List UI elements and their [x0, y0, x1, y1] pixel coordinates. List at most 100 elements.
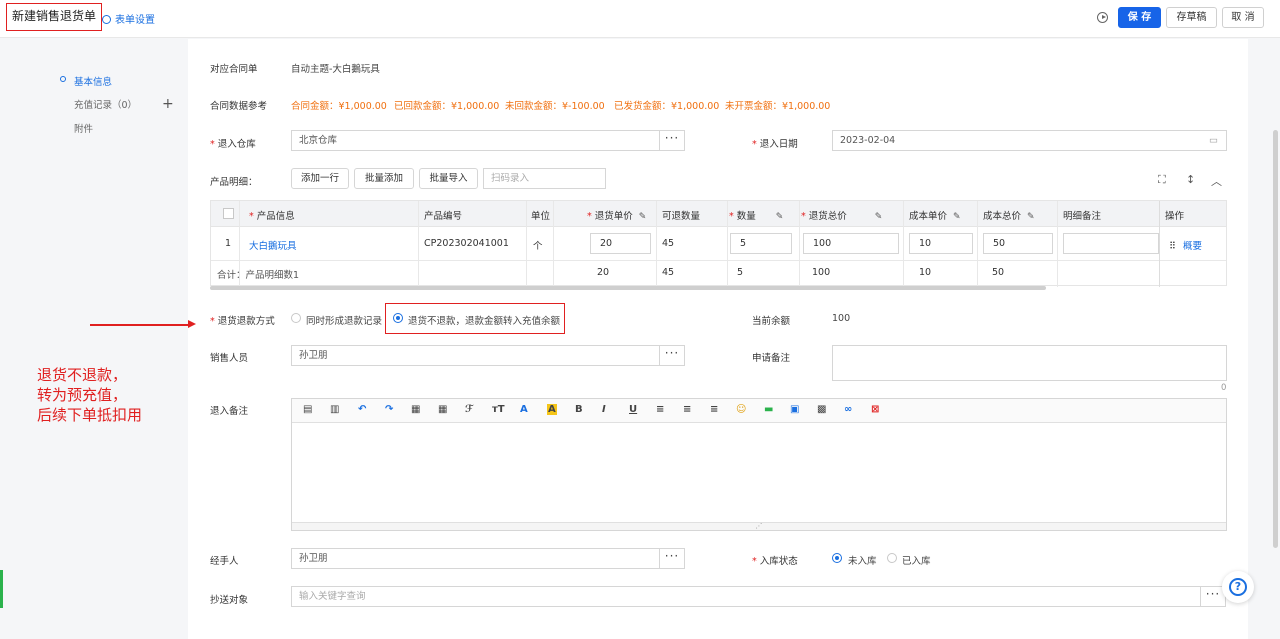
- return-note-label: 退入备注: [210, 406, 249, 417]
- refund-option-1-radio[interactable]: [291, 313, 301, 323]
- handler-label: 经手人: [210, 556, 239, 567]
- clear-format-icon[interactable]: ⊠: [871, 404, 879, 415]
- page-scrollbar[interactable]: [1273, 130, 1278, 548]
- paste-text-icon[interactable]: ▦: [438, 404, 447, 415]
- salesperson-label: 销售人员: [210, 353, 249, 364]
- edit-icon: ✎: [1027, 212, 1035, 222]
- section-nav: [0, 39, 188, 639]
- refund-option-2-radio[interactable]: [393, 313, 403, 323]
- font-color-icon[interactable]: A: [520, 404, 528, 415]
- apply-note-textarea[interactable]: [832, 345, 1227, 381]
- batch-import-button[interactable]: 批量导入: [419, 168, 478, 189]
- italic-icon[interactable]: I: [602, 404, 606, 415]
- returnable-qty: 45: [662, 238, 675, 249]
- align-right-icon[interactable]: ≡: [710, 404, 718, 415]
- gear-icon: [102, 15, 111, 24]
- template-icon[interactable]: ▥: [330, 404, 339, 415]
- detail-note-input[interactable]: [1063, 233, 1159, 254]
- date-label: * 退入日期: [752, 139, 798, 150]
- save-button[interactable]: 保 存: [1118, 7, 1161, 28]
- salesperson-input[interactable]: 孙卫朋: [291, 345, 660, 366]
- paste-icon[interactable]: ▦: [411, 404, 420, 415]
- handler-input[interactable]: 孙卫朋: [291, 548, 660, 569]
- batch-add-button[interactable]: 批量添加: [354, 168, 414, 189]
- product-table: * 产品信息 产品编号 单位 * 退货单价 ✎ 可退数量 * 数量 ✎ * 退货总价 ✎ 成本…: [210, 200, 1227, 287]
- nav-item-recharge-records[interactable]: 充值记录（0）: [74, 97, 137, 111]
- refund-option-2-label: 退货不退款，退款金额转入充值余额: [408, 316, 561, 327]
- row-index: 1: [225, 238, 232, 249]
- th-return-total: * 退货总价 ✎: [801, 211, 883, 222]
- editor-toolbar: ▤ ▥ ↶ ↷ ▦ ▦ ℱ тT A A B I U ≡ ≡ ≡ ☺ ▬ ▣ ▩…: [292, 399, 1226, 423]
- contract-amount: 合同金额：¥1,000.00: [291, 101, 387, 112]
- source-icon[interactable]: ▤: [303, 404, 312, 415]
- qty-input[interactable]: 5: [730, 233, 792, 254]
- select-all-checkbox[interactable]: [223, 208, 234, 219]
- cost-price-input[interactable]: 10: [909, 233, 973, 254]
- rich-text-editor[interactable]: ▤ ▥ ↶ ↷ ▦ ▦ ℱ тT A A B I U ≡ ≡ ≡ ☺ ▬ ▣ ▩…: [291, 398, 1227, 531]
- cost-total-input[interactable]: 50: [983, 233, 1053, 254]
- background-color-icon[interactable]: A: [547, 404, 557, 415]
- th-product-info: * 产品信息: [249, 211, 295, 222]
- align-left-icon[interactable]: ≡: [656, 404, 664, 415]
- redo-icon[interactable]: ↷: [385, 404, 393, 415]
- contract-value: 自动主题-大白鵝玩具: [291, 64, 380, 75]
- th-qty: * 数量 ✎: [729, 211, 784, 222]
- insert-image-icon[interactable]: ▬: [764, 404, 773, 415]
- editor-resize-handle[interactable]: ⋰: [292, 522, 1226, 530]
- stock-in-radio[interactable]: [887, 553, 897, 563]
- plus-icon[interactable]: +: [162, 96, 174, 112]
- link-icon[interactable]: ∞: [844, 404, 852, 415]
- return-price-input[interactable]: 20: [590, 233, 651, 254]
- nav-item-attachments[interactable]: 附件: [74, 121, 93, 135]
- stock-not-in-label: 未入库: [848, 556, 877, 567]
- add-row-button[interactable]: 添加一行: [291, 168, 349, 189]
- cancel-button[interactable]: 取 消: [1222, 7, 1264, 28]
- calendar-icon: ▭: [1209, 135, 1218, 146]
- bold-icon[interactable]: B: [575, 404, 583, 415]
- stock-not-in-radio[interactable]: [832, 553, 842, 563]
- th-cost-total: 成本总价 ✎: [983, 211, 1035, 222]
- underline-icon[interactable]: U: [629, 404, 637, 415]
- annotation-arrow: [90, 321, 196, 327]
- fullscreen-icon[interactable]: ⛶: [1158, 173, 1166, 187]
- insert-table-icon[interactable]: ▣: [790, 404, 799, 415]
- warehouse-picker-button[interactable]: ···: [659, 130, 685, 151]
- row-operations: ⠿ 概要: [1169, 238, 1202, 252]
- product-link[interactable]: 大白鵝玩具: [249, 238, 297, 252]
- save-draft-button[interactable]: 存草稿: [1166, 7, 1217, 28]
- help-button[interactable]: ?: [1222, 571, 1254, 603]
- summary-returnable: 45: [662, 267, 675, 278]
- cc-input[interactable]: 输入关键字查询: [291, 586, 1201, 607]
- date-input[interactable]: 2023-02-04 ▭: [832, 130, 1227, 151]
- nav-item-basic-info[interactable]: 基本信息: [74, 74, 112, 88]
- side-tab[interactable]: [0, 570, 3, 608]
- sort-icon[interactable]: ↕: [1186, 173, 1195, 186]
- salesperson-picker-button[interactable]: ···: [659, 345, 685, 366]
- summary-qty: 5: [737, 267, 744, 278]
- form-settings-link[interactable]: 表单设置: [102, 11, 155, 26]
- edit-icon: ✎: [638, 212, 647, 222]
- play-icon[interactable]: [1097, 12, 1108, 23]
- insert-media-icon[interactable]: ▩: [817, 404, 826, 415]
- align-center-icon[interactable]: ≡: [683, 404, 691, 415]
- uninvoiced-amount: 未开票金额：¥1,000.00: [725, 101, 831, 112]
- return-total-input[interactable]: 100: [803, 233, 899, 254]
- balance-value: 100: [832, 313, 851, 324]
- collapse-icon[interactable]: ︿: [1211, 173, 1222, 189]
- font-family-icon[interactable]: ℱ: [465, 404, 473, 415]
- warehouse-input[interactable]: 北京仓库: [291, 130, 660, 151]
- summary-price: 20: [597, 267, 610, 278]
- font-size-icon[interactable]: тT: [492, 404, 505, 415]
- product-code: CP202302041001: [424, 238, 509, 249]
- th-product-code: 产品编号: [424, 211, 463, 222]
- drag-handle-icon[interactable]: ⠿: [1169, 241, 1176, 252]
- refund-option-1-label: 同时形成退款记录: [306, 316, 383, 327]
- emoji-icon[interactable]: ☺: [736, 404, 746, 415]
- summary-link[interactable]: 概要: [1183, 241, 1202, 252]
- undo-icon[interactable]: ↶: [358, 404, 366, 415]
- unreceived-amount: 未回款金额：¥-100.00: [505, 101, 605, 112]
- scan-input[interactable]: 扫码录入: [483, 168, 606, 189]
- contract-label: 对应合同单: [210, 64, 258, 75]
- table-scrollbar[interactable]: [210, 286, 1046, 290]
- handler-picker-button[interactable]: ···: [659, 548, 685, 569]
